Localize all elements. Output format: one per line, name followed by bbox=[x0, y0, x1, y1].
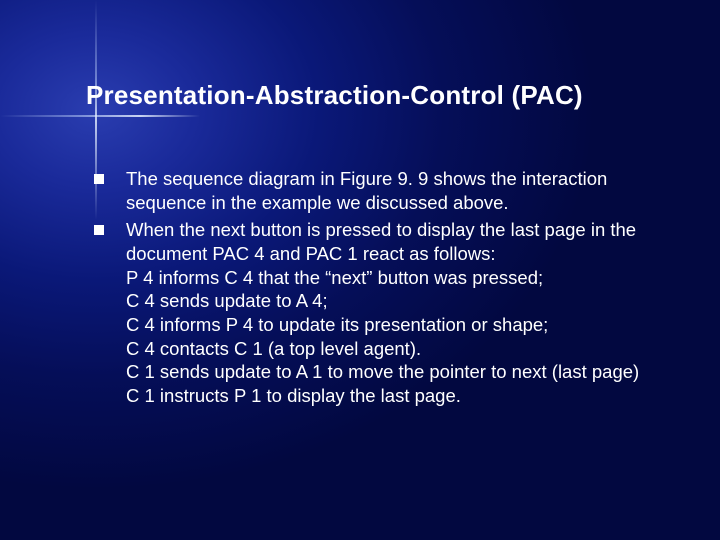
slide-body: The sequence diagram in Figure 9. 9 show… bbox=[86, 167, 674, 408]
bullet-item: The sequence diagram in Figure 9. 9 show… bbox=[94, 167, 674, 214]
slide-container: Presentation-Abstraction-Control (PAC) T… bbox=[0, 0, 720, 408]
bullet-text: The sequence diagram in Figure 9. 9 show… bbox=[126, 167, 674, 214]
bullet-subline: C 1 sends update to A 1 to move the poin… bbox=[126, 360, 674, 384]
bullet-text: When the next button is pressed to displ… bbox=[126, 218, 674, 265]
slide-title: Presentation-Abstraction-Control (PAC) bbox=[86, 80, 674, 111]
bullet-subline: C 4 sends update to A 4; bbox=[126, 289, 674, 313]
bullet-subline: C 4 informs P 4 to update its presentati… bbox=[126, 313, 674, 337]
bullet-item: When the next button is pressed to displ… bbox=[94, 218, 674, 407]
bullet-subline: C 4 contacts C 1 (a top level agent). bbox=[126, 337, 674, 361]
square-bullet-icon bbox=[94, 225, 104, 235]
square-bullet-icon bbox=[94, 174, 104, 184]
bullet-subline: C 1 instructs P 1 to display the last pa… bbox=[126, 384, 674, 408]
bullet-subline: P 4 informs C 4 that the “next” button w… bbox=[126, 266, 674, 290]
